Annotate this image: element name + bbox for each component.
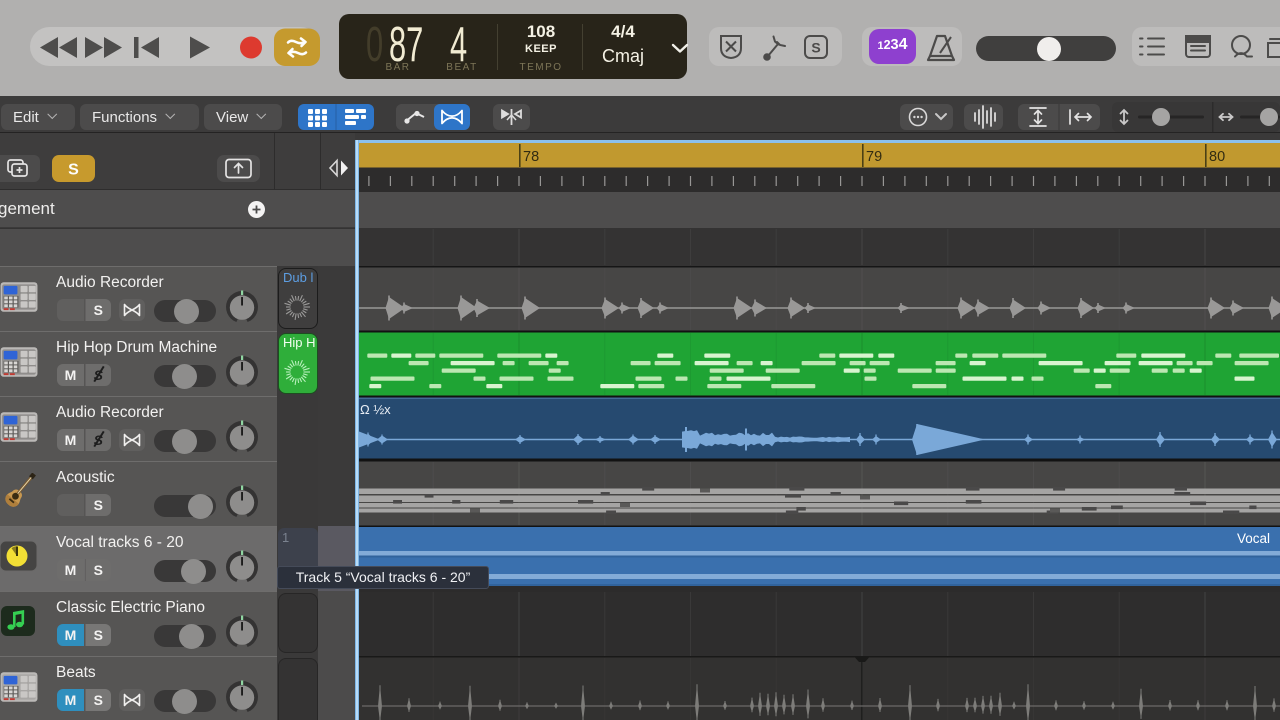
svg-text:Ω ½x: Ω ½x bbox=[360, 402, 391, 417]
svg-text:78: 78 bbox=[523, 149, 539, 165]
svg-text:Vocal: Vocal bbox=[1237, 531, 1270, 546]
svg-text:79: 79 bbox=[866, 149, 882, 165]
svg-text:80: 80 bbox=[1209, 149, 1225, 165]
